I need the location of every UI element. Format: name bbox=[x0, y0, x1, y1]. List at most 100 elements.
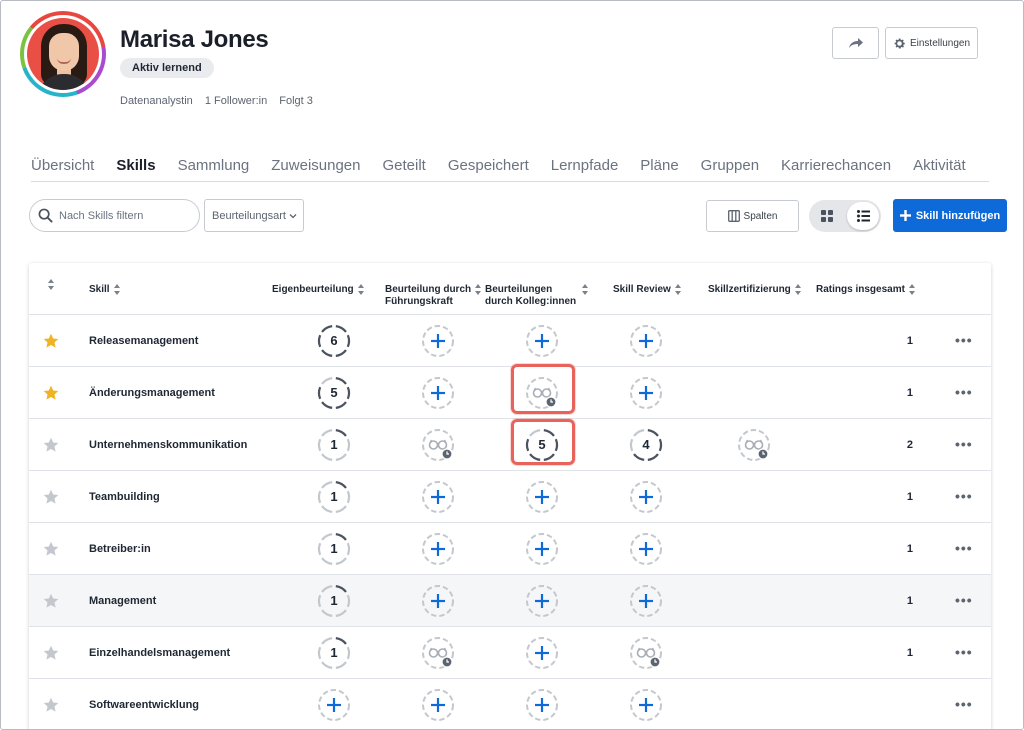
header-skill-certification[interactable]: Skillzertifizierung bbox=[708, 284, 802, 296]
rating-badge-self[interactable]: 1 bbox=[317, 584, 351, 618]
skill-name[interactable]: Teambuilding bbox=[89, 491, 160, 503]
more-options-icon[interactable]: ••• bbox=[955, 384, 973, 400]
header-self-assessment[interactable]: Eigenbeurteilung bbox=[272, 284, 365, 296]
skill-name[interactable]: Unternehmenskommunikation bbox=[89, 439, 247, 451]
tab-geteilt[interactable]: Geteilt bbox=[383, 158, 426, 182]
star-outline-icon[interactable] bbox=[43, 541, 59, 557]
rating-badge-self[interactable]: 1 bbox=[317, 480, 351, 514]
rating-badge-self[interactable]: 1 bbox=[317, 532, 351, 566]
star-outline-icon[interactable] bbox=[43, 645, 59, 661]
table-row[interactable]: Betreiber:in 1 1 ••• bbox=[29, 523, 991, 575]
sort-icon bbox=[357, 284, 365, 295]
tab-sammlung[interactable]: Sammlung bbox=[178, 158, 250, 182]
add-rating-icon[interactable] bbox=[525, 636, 559, 670]
more-options-icon[interactable]: ••• bbox=[955, 592, 973, 608]
star-filled-icon[interactable] bbox=[43, 385, 59, 401]
star-filled-icon[interactable] bbox=[43, 333, 59, 349]
table-row[interactable]: Einzelhandelsmanagement 1 1 ••• bbox=[29, 627, 991, 679]
table-row[interactable]: Management 1 1 ••• bbox=[29, 575, 991, 627]
pending-review-icon[interactable] bbox=[629, 636, 663, 670]
star-outline-icon[interactable] bbox=[43, 593, 59, 609]
rating-badge-self[interactable]: 6 bbox=[317, 324, 351, 358]
add-rating-icon[interactable] bbox=[525, 324, 559, 358]
add-rating-icon[interactable] bbox=[525, 532, 559, 566]
search-field[interactable] bbox=[29, 199, 200, 232]
add-rating-icon[interactable] bbox=[421, 376, 455, 410]
more-options-icon[interactable]: ••• bbox=[955, 488, 973, 504]
more-options-icon[interactable]: ••• bbox=[955, 436, 973, 452]
add-skill-button[interactable]: Skill hinzufügen bbox=[893, 199, 1007, 232]
avatar[interactable] bbox=[20, 11, 106, 97]
add-rating-icon[interactable] bbox=[629, 480, 663, 514]
gear-icon bbox=[894, 38, 905, 48]
pending-review-icon[interactable] bbox=[421, 636, 455, 670]
tab-aktivität[interactable]: Aktivität bbox=[913, 158, 966, 182]
columns-button[interactable]: Spalten bbox=[706, 200, 799, 232]
star-outline-icon[interactable] bbox=[43, 437, 59, 453]
header-peer-assessment[interactable]: Beurteilungen durch Kolleg:innen bbox=[485, 284, 589, 308]
tab-gespeichert[interactable]: Gespeichert bbox=[448, 158, 529, 182]
skill-name[interactable]: Betreiber:in bbox=[89, 543, 151, 555]
table-row[interactable]: Unternehmenskommunikation 1 5 4 2 ••• bbox=[29, 419, 991, 471]
grid-view-button[interactable] bbox=[815, 204, 839, 228]
pending-review-icon[interactable] bbox=[737, 428, 771, 462]
more-options-icon[interactable]: ••• bbox=[955, 540, 973, 556]
add-rating-icon[interactable] bbox=[629, 324, 663, 358]
table-row[interactable]: Softwareentwicklung ••• bbox=[29, 679, 991, 729]
tab-karrierechancen[interactable]: Karrierechancen bbox=[781, 158, 891, 182]
add-rating-icon[interactable] bbox=[525, 584, 559, 618]
add-rating-icon[interactable] bbox=[629, 532, 663, 566]
table-row[interactable]: Änderungsmanagement 5 1 ••• bbox=[29, 367, 991, 419]
add-rating-icon[interactable] bbox=[629, 688, 663, 722]
table-row[interactable]: Releasemanagement 6 1 ••• bbox=[29, 315, 991, 367]
skill-name[interactable]: Softwareentwicklung bbox=[89, 699, 199, 711]
rating-value: 1 bbox=[330, 645, 338, 660]
status-badge: Aktiv lernend bbox=[120, 58, 214, 78]
more-options-icon[interactable]: ••• bbox=[955, 332, 973, 348]
rating-badge-self[interactable]: 1 bbox=[317, 428, 351, 462]
skill-name[interactable]: Management bbox=[89, 595, 156, 607]
columns-label: Spalten bbox=[743, 210, 778, 222]
rating-badge-self[interactable]: 5 bbox=[317, 376, 351, 410]
tab-lernpfade[interactable]: Lernpfade bbox=[551, 158, 619, 182]
header-skill-review[interactable]: Skill Review bbox=[613, 284, 682, 296]
share-button[interactable] bbox=[832, 27, 879, 59]
tab-gruppen[interactable]: Gruppen bbox=[701, 158, 759, 182]
rating-badge-review[interactable]: 4 bbox=[629, 428, 663, 462]
star-outline-icon[interactable] bbox=[43, 489, 59, 505]
add-rating-icon[interactable] bbox=[317, 688, 351, 722]
add-rating-icon[interactable] bbox=[421, 688, 455, 722]
add-rating-icon[interactable] bbox=[629, 584, 663, 618]
tab-skills[interactable]: Skills bbox=[116, 158, 155, 182]
more-options-icon[interactable]: ••• bbox=[955, 696, 973, 712]
tab-übersicht[interactable]: Übersicht bbox=[31, 158, 94, 182]
skill-name[interactable]: Änderungsmanagement bbox=[89, 387, 215, 399]
search-input[interactable] bbox=[59, 209, 179, 222]
add-skill-label: Skill hinzufügen bbox=[915, 209, 1001, 222]
rating-badge-self[interactable]: 1 bbox=[317, 636, 351, 670]
add-rating-icon[interactable] bbox=[421, 480, 455, 514]
sort-all-button[interactable] bbox=[48, 279, 55, 290]
table-row[interactable]: Teambuilding 1 1 ••• bbox=[29, 471, 991, 523]
following-link[interactable]: Folgt 3 bbox=[279, 95, 313, 107]
add-rating-icon[interactable] bbox=[421, 532, 455, 566]
add-rating-icon[interactable] bbox=[629, 376, 663, 410]
assessment-type-dropdown[interactable]: Beurteilungsart bbox=[204, 199, 304, 232]
add-rating-icon[interactable] bbox=[421, 324, 455, 358]
skill-name[interactable]: Releasemanagement bbox=[89, 335, 198, 347]
header-total-ratings[interactable]: Ratings insgesamt bbox=[816, 284, 916, 296]
add-rating-icon[interactable] bbox=[525, 688, 559, 722]
header-manager-assessment[interactable]: Beurteilung durch Führungskraft bbox=[385, 284, 482, 308]
tab-pläne[interactable]: Pläne bbox=[640, 158, 678, 182]
add-rating-icon[interactable] bbox=[421, 584, 455, 618]
list-view-button[interactable] bbox=[847, 202, 879, 230]
add-rating-icon[interactable] bbox=[525, 480, 559, 514]
settings-button[interactable]: Einstellungen bbox=[885, 27, 978, 59]
tab-zuweisungen[interactable]: Zuweisungen bbox=[271, 158, 360, 182]
more-options-icon[interactable]: ••• bbox=[955, 644, 973, 660]
pending-review-icon[interactable] bbox=[421, 428, 455, 462]
header-skill[interactable]: Skill bbox=[89, 284, 121, 296]
skill-name[interactable]: Einzelhandelsmanagement bbox=[89, 647, 230, 659]
followers-link[interactable]: 1 Follower:in bbox=[205, 95, 267, 107]
star-outline-icon[interactable] bbox=[43, 697, 59, 713]
